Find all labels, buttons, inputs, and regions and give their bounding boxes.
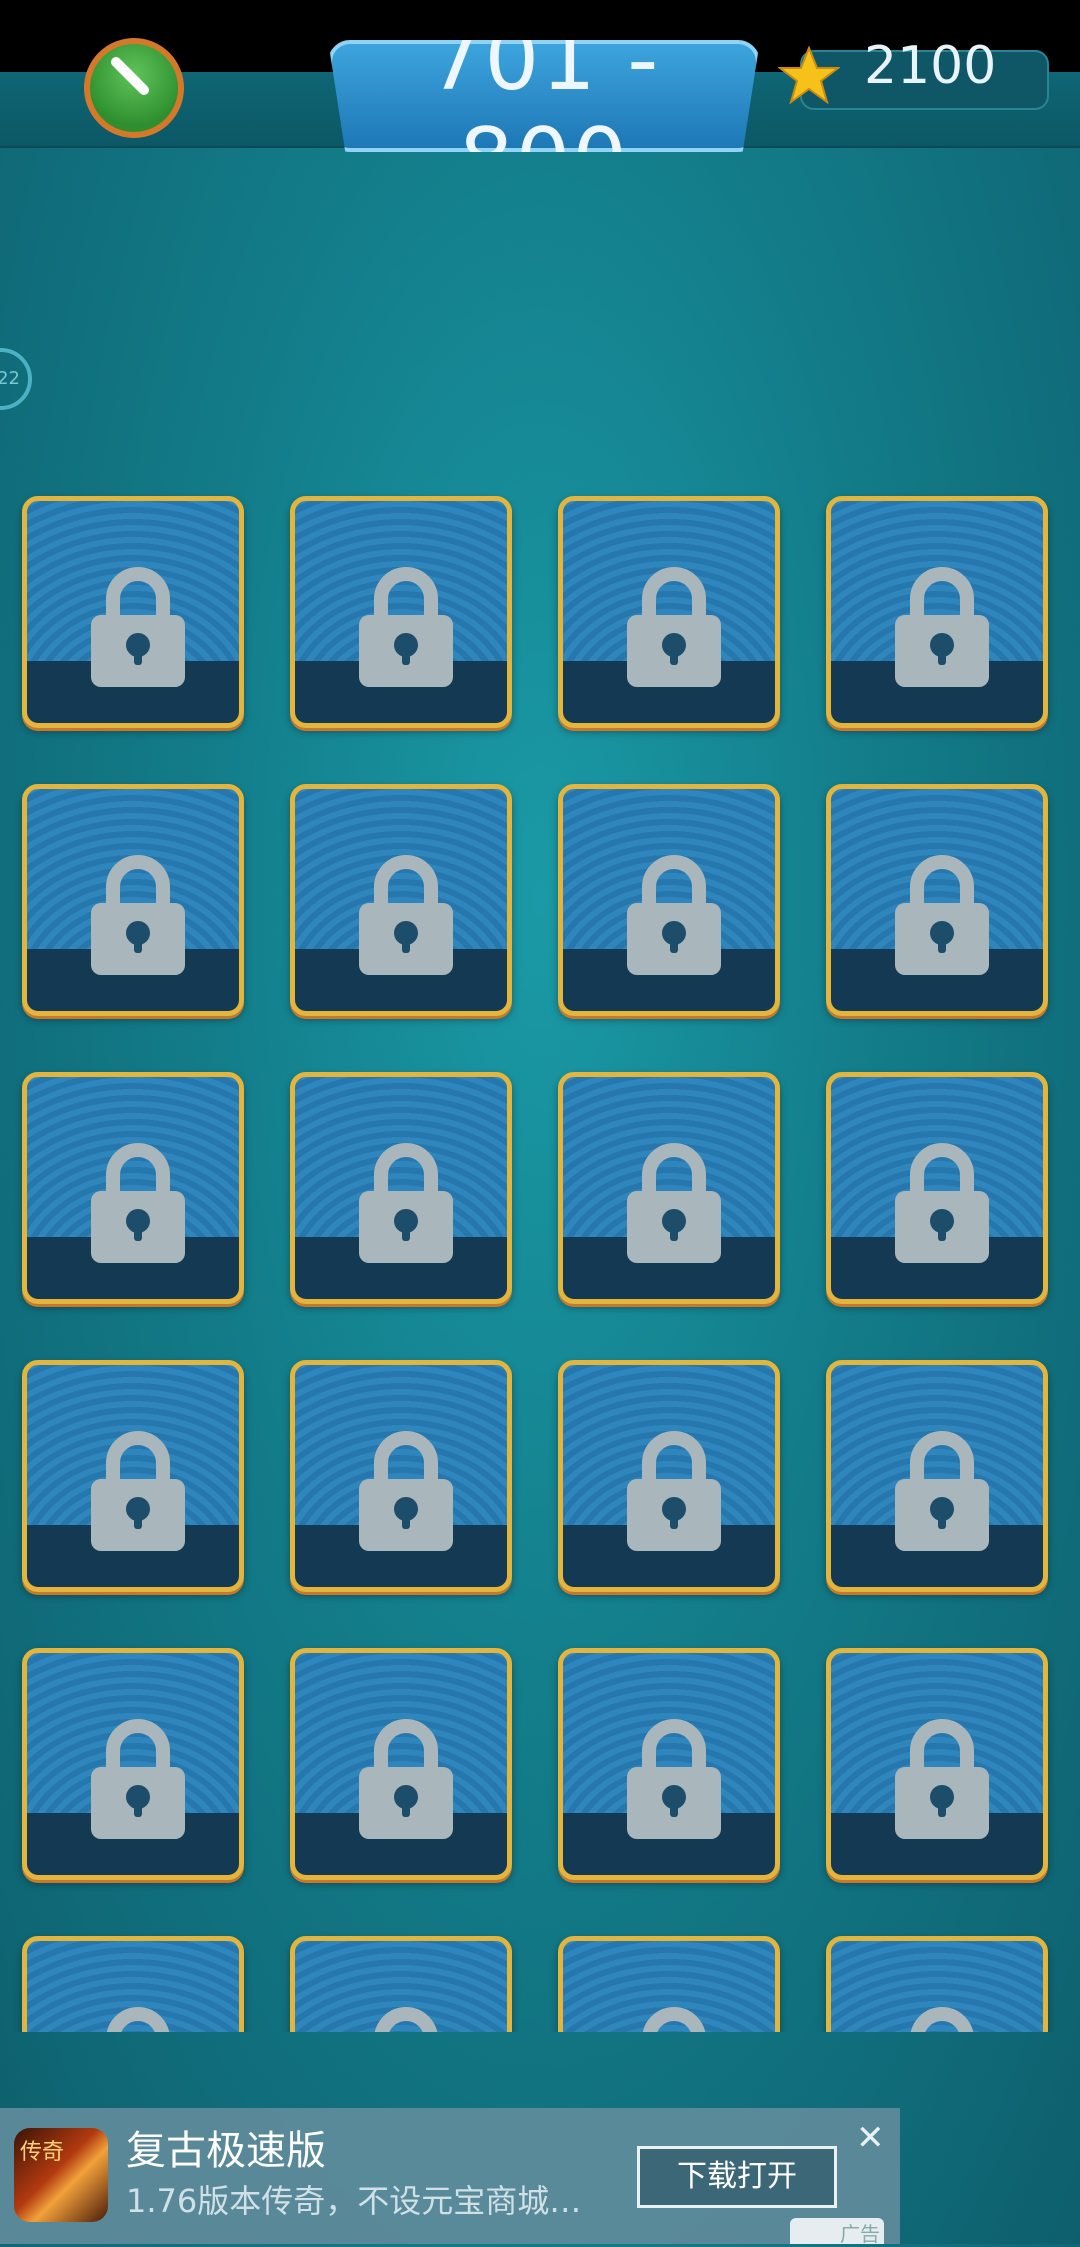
- level-tile-locked[interactable]: [558, 1360, 780, 1592]
- lock-icon: [359, 567, 453, 687]
- lock-icon: [910, 2007, 974, 2032]
- level-tile-locked[interactable]: [290, 1360, 512, 1592]
- level-tile-locked[interactable]: [22, 1648, 244, 1880]
- lock-icon: [374, 2007, 438, 2032]
- level-tile-locked[interactable]: [558, 784, 780, 1016]
- lock-icon: [642, 2007, 706, 2032]
- lock-icon: [91, 855, 185, 975]
- level-tile-locked[interactable]: [826, 784, 1048, 1016]
- level-tile-locked[interactable]: [826, 1360, 1048, 1592]
- lock-icon: [91, 1719, 185, 1839]
- lock-icon: [359, 1719, 453, 1839]
- level-tile-locked[interactable]: [558, 1648, 780, 1880]
- lock-icon: [91, 1143, 185, 1263]
- ad-banner[interactable]: 传奇 复古极速版 1.76版本传奇，不设元宝商城… 下载打开 ✕: [0, 2108, 900, 2244]
- star-count: 2100: [864, 36, 997, 96]
- close-icon[interactable]: ✕: [856, 2118, 885, 2158]
- level-tile-locked[interactable]: [22, 1936, 244, 2032]
- lock-icon: [627, 567, 721, 687]
- back-arrow-icon: [111, 57, 149, 95]
- lock-icon: [895, 1431, 989, 1551]
- lock-icon: [895, 855, 989, 975]
- lock-icon: [627, 855, 721, 975]
- level-tile-locked[interactable]: [826, 496, 1048, 728]
- level-tile-locked[interactable]: [290, 1936, 512, 2032]
- level-tile-locked[interactable]: [290, 784, 512, 1016]
- level-tile-locked[interactable]: [22, 784, 244, 1016]
- side-badge[interactable]: 22: [0, 348, 32, 410]
- level-tile-locked[interactable]: [826, 1072, 1048, 1304]
- level-tile-locked[interactable]: [558, 1936, 780, 2032]
- level-tile-locked[interactable]: [290, 496, 512, 728]
- level-tile-locked[interactable]: [290, 1072, 512, 1304]
- side-badge-number: 22: [0, 368, 20, 389]
- lock-icon: [359, 1143, 453, 1263]
- level-range-banner: 701 - 800: [328, 40, 760, 152]
- lock-icon: [91, 1431, 185, 1551]
- back-button[interactable]: [84, 38, 184, 138]
- level-tile-locked[interactable]: [558, 496, 780, 728]
- lock-icon: [895, 1143, 989, 1263]
- lock-icon: [895, 1719, 989, 1839]
- lock-icon: [627, 1719, 721, 1839]
- ad-download-button[interactable]: 下载打开: [637, 2146, 837, 2208]
- level-grid: [22, 496, 1048, 2032]
- ad-title: 复古极速版: [126, 2128, 326, 2174]
- lock-icon: [895, 567, 989, 687]
- ad-app-icon-text: 传奇: [20, 2140, 65, 2165]
- lock-icon: [359, 1431, 453, 1551]
- lock-icon: [627, 1431, 721, 1551]
- lock-icon: [627, 1143, 721, 1263]
- level-tile-locked[interactable]: [22, 496, 244, 728]
- level-grid-viewport: [0, 490, 1080, 2032]
- level-tile-locked[interactable]: [290, 1648, 512, 1880]
- ad-description: 1.76版本传奇，不设元宝商城…: [126, 2182, 582, 2220]
- ad-tag: 广告: [790, 2218, 884, 2246]
- lock-icon: [359, 855, 453, 975]
- lock-icon: [91, 567, 185, 687]
- level-tile-locked[interactable]: [826, 1648, 1048, 1880]
- level-tile-locked[interactable]: [826, 1936, 1048, 2032]
- level-tile-locked[interactable]: [22, 1360, 244, 1592]
- level-tile-locked[interactable]: [22, 1072, 244, 1304]
- level-tile-locked[interactable]: [558, 1072, 780, 1304]
- star-icon: [778, 46, 840, 104]
- level-range-text: 701 - 800: [427, 10, 661, 210]
- ad-app-icon[interactable]: 传奇: [14, 2128, 108, 2222]
- lock-icon: [106, 2007, 170, 2032]
